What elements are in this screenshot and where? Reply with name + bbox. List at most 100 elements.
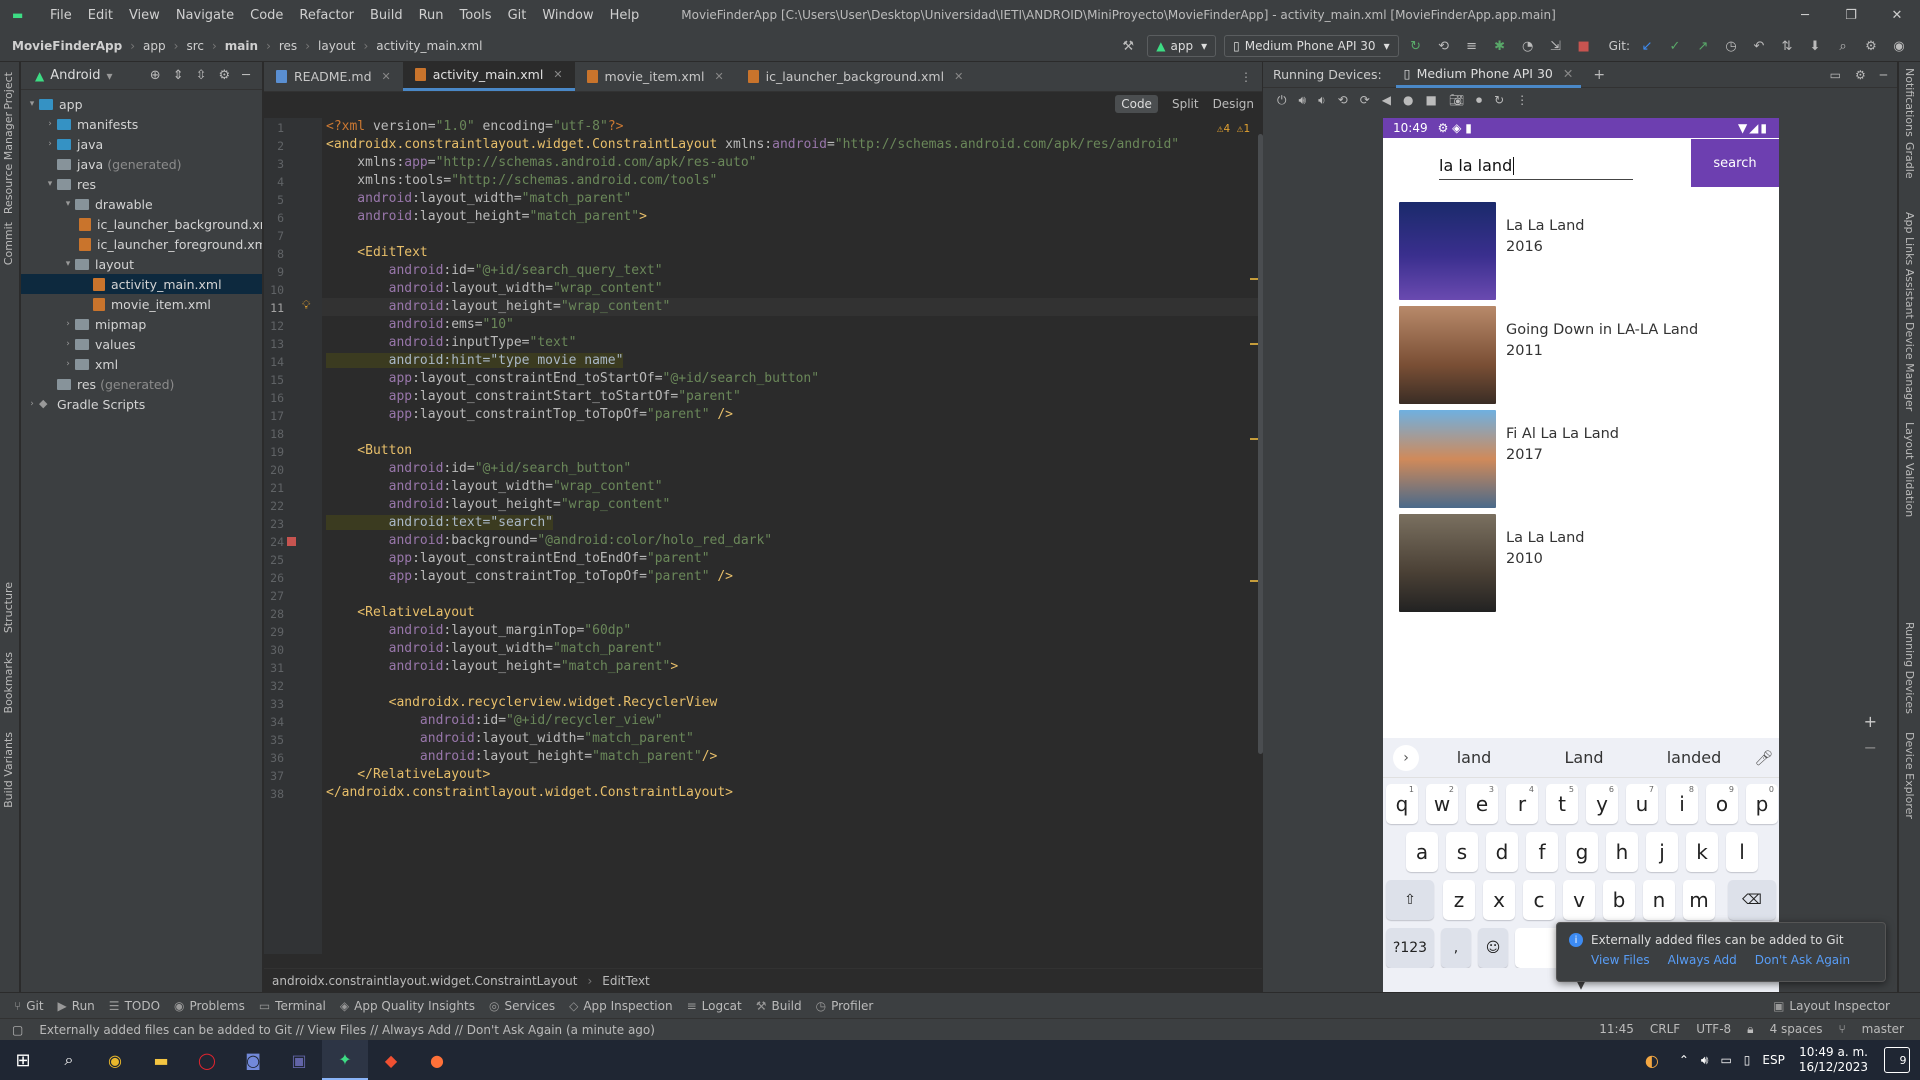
tree-item[interactable]: java (generated) [21,154,262,174]
screenshot-icon[interactable]: 📷︎ [1449,93,1464,107]
tree-item[interactable]: › ◆ Gradle Scripts [21,394,262,414]
tool-window-services[interactable]: ◎ Services [489,999,555,1013]
tool-tab-device-manager[interactable]: Device Manager [1903,322,1916,411]
language-indicator[interactable]: ESP [1762,1053,1784,1067]
key-s[interactable]: s [1446,832,1478,872]
expand-arrow-icon[interactable]: › [43,139,57,149]
key-j[interactable]: j [1646,832,1678,872]
menu-file[interactable]: File [50,8,72,23]
run-config-select[interactable]: ▲ app ▾ [1147,35,1217,57]
menu-help[interactable]: Help [610,8,640,23]
tool-window-todo[interactable]: ☰ TODO [109,999,160,1013]
tree-item[interactable]: ic_launcher_background.xml [21,214,262,234]
home-icon[interactable]: ● [1403,93,1413,107]
key-t[interactable]: t5 [1546,784,1578,824]
tool-tab-project[interactable]: Project [2,72,15,110]
tree-item[interactable]: › values [21,334,262,354]
close-tab-icon[interactable]: ✕ [553,68,562,81]
settings-icon[interactable]: ⚙ [1860,35,1882,57]
search-query-text[interactable]: la la land [1439,146,1633,180]
tree-item[interactable]: › xml [21,354,262,374]
key-a[interactable]: a [1406,832,1438,872]
rollback-icon[interactable]: ↶ [1748,35,1770,57]
phone-screen[interactable]: 10:49 ⚙ ◈ ▮ ▼◢▮ la la land search La La … [1383,118,1779,1000]
maximize-icon[interactable]: ❐ [1828,0,1874,30]
tool-tab-notifications[interactable]: Notifications [1903,68,1916,137]
menu-view[interactable]: View [129,8,160,23]
breadcrumb-item[interactable]: src [186,39,204,53]
expand-arrow-icon[interactable]: › [61,319,75,329]
expand-arrow-icon[interactable]: ▾ [61,199,75,209]
key-n[interactable]: n [1643,880,1675,920]
minimize-icon[interactable]: ─ [1782,0,1828,30]
collapse-all-icon[interactable]: ⇳ [196,68,207,83]
tool-window-problems[interactable]: ◉ Problems [174,999,245,1013]
ide-update-icon[interactable]: ◉ [1888,35,1910,57]
notification-action[interactable]: View Files [1591,953,1650,967]
key-i[interactable]: i8 [1666,784,1698,824]
battery-icon[interactable]: ▯ [1744,1053,1751,1067]
git-push-icon[interactable]: ↗ [1692,35,1714,57]
menu-code[interactable]: Code [250,8,283,23]
tree-item[interactable]: activity_main.xml [21,274,262,294]
weather-icon[interactable]: ◐ [1645,1051,1659,1070]
tree-item[interactable]: ▾ app [21,94,262,114]
suggestion[interactable]: landed [1639,748,1749,767]
teams-icon[interactable]: ▣ [276,1040,322,1080]
tool-tab-bookmarks[interactable]: Bookmarks [2,652,15,713]
editor-tab[interactable]: README.md ✕ [264,61,403,91]
mic-icon[interactable]: 🎤︎ [1749,749,1779,767]
emoji-key[interactable]: ☺ [1478,928,1508,968]
tool-window-run[interactable]: ▶ Run [58,999,95,1013]
breadcrumb-item[interactable]: res [279,39,297,53]
search-button[interactable]: search [1691,139,1779,187]
tool-tab-device-explorer[interactable]: Device Explorer [1903,732,1916,819]
key-c[interactable]: c [1523,880,1555,920]
add-device-icon[interactable]: + [1593,67,1605,83]
tool-window-build[interactable]: ⚒ Build [756,999,802,1013]
volume-up-icon[interactable]: 🔊︎ [1299,93,1307,108]
extended-controls-icon[interactable]: ⋮ [1516,93,1528,107]
clock[interactable]: 10:49 a. m. 16/12/2023 [1799,1045,1868,1075]
key-m[interactable]: m [1683,880,1715,920]
git-tool-icon[interactable]: ◆ [368,1040,414,1080]
apply-changes-icon[interactable]: ⟲ [1433,35,1455,57]
stop-icon[interactable]: ■ [1573,35,1595,57]
tool-tab-structure[interactable]: Structure [2,582,15,633]
rotate-right-icon[interactable]: ⟳ [1360,93,1370,107]
hide-icon[interactable]: ─ [1880,68,1887,82]
mode-code[interactable]: Code [1115,95,1158,113]
key-f[interactable]: f [1526,832,1558,872]
tool-window-app-quality-insights[interactable]: ◈ App Quality Insights [340,999,475,1013]
tool-window-profiler[interactable]: ◷ Profiler [816,999,874,1013]
status-message[interactable]: Externally added files can be added to G… [39,1023,655,1037]
suggestion[interactable]: Land [1529,748,1639,767]
close-icon[interactable]: ✕ [1874,0,1920,30]
tree-item[interactable]: ▾ drawable [21,194,262,214]
editor-tab[interactable]: movie_item.xml ✕ [575,61,736,91]
tool-tab-build-variants[interactable]: Build Variants [2,732,15,808]
back-icon[interactable]: ◀ [1382,93,1391,107]
breadcrumb-item[interactable]: main [225,39,258,53]
coverage-icon[interactable]: ≡ [1461,35,1483,57]
key-e[interactable]: e3 [1466,784,1498,824]
git-update-icon[interactable]: ↙ [1636,35,1658,57]
breadcrumb-item[interactable]: MovieFinderApp [12,39,122,53]
close-tab-icon[interactable]: ✕ [954,70,963,83]
key-u[interactable]: u7 [1626,784,1658,824]
breakpoint-icon[interactable] [287,537,296,546]
key-p[interactable]: p0 [1746,784,1778,824]
gear-icon[interactable]: ⚙ [1855,68,1866,82]
attach-debugger-icon[interactable]: ⇲ [1545,35,1567,57]
chrome-icon[interactable]: ◉ [92,1040,138,1080]
key-r[interactable]: r4 [1506,784,1538,824]
breadcrumb-item[interactable]: layout [318,39,355,53]
overview-icon[interactable]: ■ [1425,93,1436,107]
more-tabs-icon[interactable]: ⋮ [1240,70,1252,84]
menu-tools[interactable]: Tools [460,8,492,23]
search-icon[interactable]: ⌕ [1832,35,1854,57]
chevron-right-icon[interactable]: › [1393,744,1419,771]
key-b[interactable]: b [1603,880,1635,920]
expand-all-icon[interactable]: ⇕ [173,68,184,83]
key-o[interactable]: o9 [1706,784,1738,824]
